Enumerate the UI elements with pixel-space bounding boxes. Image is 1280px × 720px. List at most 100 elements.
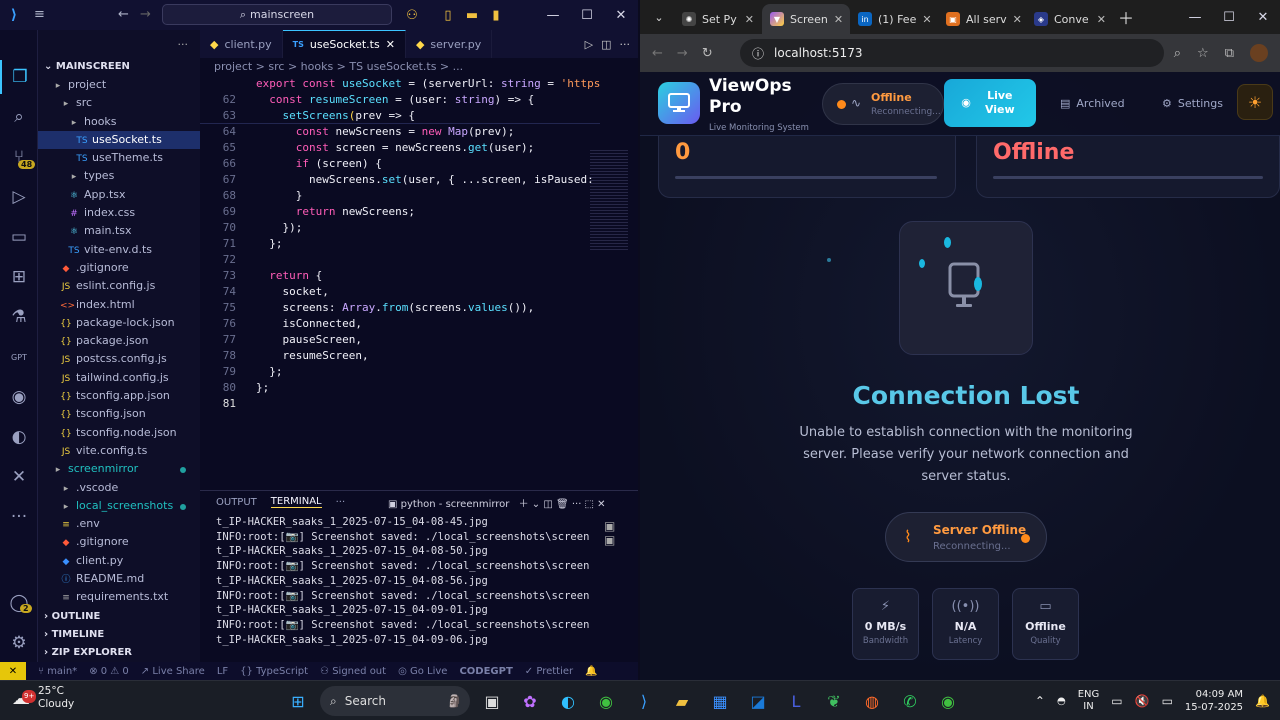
more-actions-icon[interactable]: ··· — [178, 38, 189, 51]
network-icon[interactable]: ▭ — [1111, 694, 1122, 708]
tree-item[interactable]: ▸ local_screenshots — [38, 497, 200, 515]
command-center-search[interactable]: ⌕ mainscreen — [162, 4, 392, 25]
browser-tab-active[interactable]: ▼ Screen ✕ — [762, 4, 850, 34]
codegpt-status[interactable]: CODEGPT — [459, 666, 512, 677]
extensions-icon[interactable]: ⊞ — [0, 260, 38, 294]
go-live-status[interactable]: ◎ Go Live — [398, 666, 447, 677]
run-debug-icon[interactable]: ▷ — [0, 180, 38, 214]
bookmark-star-icon[interactable]: ☆ — [1197, 46, 1209, 61]
tree-item[interactable]: ▸ screenmirror — [38, 460, 200, 478]
close-tab-icon[interactable]: ✕ — [922, 13, 931, 26]
tree-item[interactable]: ⚛ main.tsx — [38, 222, 200, 240]
terminal-list-icon[interactable]: ▣ ▣ — [604, 519, 615, 547]
back-icon[interactable]: ← — [652, 46, 663, 61]
close-icon[interactable]: ✕ — [1246, 2, 1280, 32]
profile-avatar[interactable] — [1250, 44, 1268, 62]
site-info-icon[interactable]: ⓘ — [752, 45, 764, 62]
tree-item[interactable]: TS useSocket.ts — [38, 130, 200, 150]
split-editor-icon[interactable]: ◫ — [601, 38, 611, 51]
chrome-icon[interactable]: ◉ — [590, 685, 622, 717]
zip-explorer-section[interactable]: › ZIP EXPLORER — [38, 644, 200, 662]
source-control-icon[interactable]: ⑂ — [0, 140, 38, 174]
run-icon[interactable]: ▷ — [585, 38, 593, 51]
menu-icon[interactable]: ≡ — [28, 0, 51, 30]
output-tab[interactable]: OUTPUT — [216, 497, 257, 508]
settings-gear-icon[interactable]: ⚙ — [0, 626, 38, 660]
tree-item[interactable]: JS eslint.config.js — [38, 277, 200, 295]
copilot-icon[interactable]: ⚇ — [402, 8, 422, 23]
close-icon[interactable]: ✕ — [604, 0, 638, 30]
tree-item[interactable]: TS useTheme.ts — [38, 149, 200, 167]
browser-tab[interactable]: ▣ All serv ✕ — [938, 4, 1026, 34]
terminal-output[interactable]: t_IP-HACKER_saaks_1_2025-07-15_04-08-45.… — [216, 515, 590, 647]
toggle-secondary-sidebar-icon[interactable]: ▮ — [486, 8, 506, 23]
zoom-icon[interactable]: ⌕ — [1174, 46, 1181, 61]
tree-item[interactable]: {} package.json — [38, 332, 200, 350]
accounts-icon[interactable]: ◯ — [0, 586, 38, 620]
postman-icon[interactable]: ◍ — [856, 685, 888, 717]
timeline-section[interactable]: › TIMELINE — [38, 626, 200, 644]
toggle-sidebar-icon[interactable]: ▯ — [438, 8, 458, 23]
maximize-icon[interactable]: ☐ — [1212, 2, 1246, 32]
tree-item[interactable]: ◆ .gitignore — [38, 259, 200, 277]
mongodb-icon[interactable]: ❦ — [818, 685, 850, 717]
maximize-icon[interactable]: ☐ — [570, 0, 604, 30]
minimap[interactable] — [590, 150, 628, 250]
notification-bell-icon[interactable]: 🔔 — [1255, 694, 1270, 708]
back-arrow-icon[interactable]: ← — [112, 0, 135, 30]
store-icon[interactable]: ▦ — [704, 685, 736, 717]
more-icon[interactable]: ··· — [0, 500, 38, 534]
close-tab-icon[interactable]: ✕ — [834, 13, 843, 26]
outline-section[interactable]: › OUTLINE — [38, 608, 200, 626]
edge-icon[interactable]: ◐ — [552, 685, 584, 717]
tab-client-py[interactable]: ◆ client.py — [200, 30, 283, 58]
remote-explorer-icon[interactable]: ▭ — [0, 220, 38, 254]
close-tab-icon[interactable]: ✕ — [386, 38, 395, 51]
close-tab-icon[interactable]: ✕ — [745, 13, 754, 26]
browser-tab[interactable]: in (1) Fee ✕ — [850, 4, 938, 34]
tray-app-icon[interactable]: ◓ — [1057, 696, 1066, 707]
forward-arrow-icon[interactable]: → — [134, 0, 157, 30]
tree-item[interactable]: ▸ project — [38, 76, 200, 94]
reload-icon[interactable]: ↻ — [702, 46, 713, 61]
terminal-tab[interactable]: TERMINAL — [270, 496, 322, 508]
chrome-profile-icon[interactable]: ◉ — [932, 685, 964, 717]
volume-icon[interactable]: 🔇 — [1135, 694, 1150, 708]
search-icon[interactable]: ⌕ — [0, 100, 38, 134]
close-tab-icon[interactable]: ✕ — [1097, 13, 1106, 26]
tree-item[interactable]: JS postcss.config.js — [38, 350, 200, 368]
tree-item[interactable]: {} tsconfig.app.json — [38, 387, 200, 405]
tree-item[interactable]: ⓘ README.md — [38, 570, 200, 588]
tab-search-icon[interactable]: ⌄ — [644, 2, 674, 32]
codegpt-icon[interactable]: GPT — [0, 340, 38, 374]
battery-icon[interactable]: ▭ — [1162, 694, 1173, 708]
minimize-icon[interactable]: — — [1178, 2, 1212, 32]
toggle-panel-icon[interactable]: ▬ — [462, 8, 482, 23]
tree-item[interactable]: {} tsconfig.node.json — [38, 424, 200, 442]
tab-server-py[interactable]: ◆ server.py — [406, 30, 493, 58]
settings-link[interactable]: ⚙ Settings — [1162, 97, 1223, 110]
tree-item[interactable]: JS tailwind.config.js — [38, 369, 200, 387]
problems-status[interactable]: ⊗ 0 ⚠ 0 — [89, 666, 129, 677]
terminal-selector[interactable]: ▣ python - screenmirror ＋ ⌄ ◫ 🗑 ··· ⬚ ✕ — [388, 495, 606, 510]
forward-icon[interactable]: → — [677, 46, 688, 61]
weather-widget[interactable]: ☁ 9+ 25°C Cloudy — [12, 685, 74, 711]
minimize-icon[interactable]: — — [536, 0, 570, 30]
tree-item[interactable]: ▸ hooks — [38, 113, 200, 131]
whatsapp-icon[interactable]: ✆ — [894, 685, 926, 717]
tools-icon[interactable]: ✕ — [0, 460, 38, 494]
tab-usesocket-ts[interactable]: TS useSocket.ts ✕ — [282, 30, 406, 58]
tree-item[interactable]: TS vite-env.d.ts — [38, 241, 200, 259]
tree-item[interactable]: {} tsconfig.json — [38, 405, 200, 423]
copilot-icon[interactable]: ✿ — [514, 685, 546, 717]
theme-toggle-button[interactable]: ☀ — [1237, 84, 1273, 120]
close-tab-icon[interactable]: ✕ — [1013, 13, 1022, 26]
outlook-icon[interactable]: ◪ — [742, 685, 774, 717]
tree-item[interactable]: <>index.html — [38, 296, 200, 314]
live-share-icon[interactable]: ◐ — [0, 420, 38, 454]
testing-icon[interactable]: ⚗ — [0, 300, 38, 334]
language-status[interactable]: {} TypeScript — [240, 666, 308, 677]
tree-item[interactable]: ⚛ App.tsx — [38, 186, 200, 204]
live-share-status[interactable]: ↗ Live Share — [141, 666, 205, 677]
more-actions-icon[interactable]: ··· — [620, 38, 631, 51]
